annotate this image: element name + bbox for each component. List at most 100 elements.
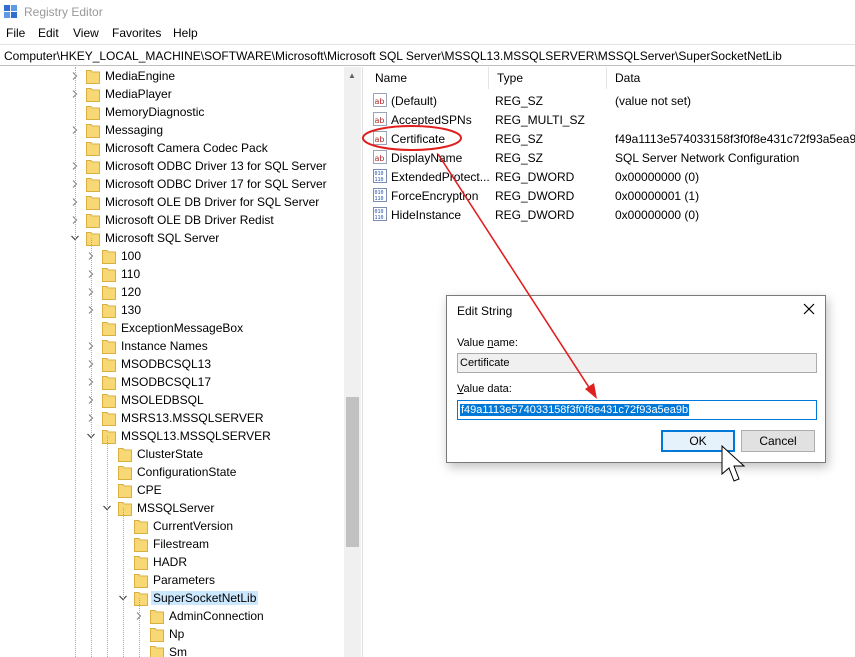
- tree-item-label: ClusterState: [137, 447, 204, 461]
- column-header-name[interactable]: Name: [367, 67, 489, 89]
- tree-item[interactable]: Microsoft OLE DB Driver Redist: [0, 211, 344, 229]
- tree-item[interactable]: MSODBCSQL17: [0, 373, 344, 391]
- tree-item[interactable]: MSRS13.MSSQLSERVER: [0, 409, 344, 427]
- tree-guide-line: [107, 436, 108, 657]
- tree-item[interactable]: MSOLEDBSQL: [0, 391, 344, 409]
- ok-button[interactable]: OK: [661, 430, 735, 452]
- tree-item[interactable]: MediaEngine: [0, 67, 344, 85]
- tree-item[interactable]: Instance Names: [0, 337, 344, 355]
- tree-item[interactable]: MSODBCSQL13: [0, 355, 344, 373]
- value-data-input[interactable]: f49a1113e574033158f3f0f8e431c72f93a5ea9b: [457, 400, 817, 420]
- tree-item-label: MemoryDiagnostic: [105, 105, 205, 119]
- tree-item[interactable]: ConfigurationState: [0, 463, 344, 481]
- value-row[interactable]: ab Certificate REG_SZ f49a1113e574033158f3f…: [367, 129, 855, 148]
- svg-text:110: 110: [375, 215, 384, 221]
- tree-item[interactable]: Sm: [0, 643, 344, 657]
- address-bar[interactable]: Computer\HKEY_LOCAL_MACHINE\SOFTWARE\Mic…: [0, 44, 855, 66]
- close-icon[interactable]: [801, 301, 817, 317]
- dialog-title: Edit String: [457, 304, 513, 318]
- value-name: ExtendedProtect...: [391, 170, 489, 184]
- tree-item[interactable]: Microsoft ODBC Driver 13 for SQL Server: [0, 157, 344, 175]
- menu-view[interactable]: View: [73, 26, 99, 40]
- tree-guide-line: [91, 238, 92, 657]
- tree-item-label: Np: [169, 627, 185, 641]
- string-value-icon: ab: [373, 150, 387, 164]
- folder-icon: [118, 448, 132, 462]
- folder-icon: [102, 340, 116, 354]
- value-type: REG_SZ: [495, 132, 544, 146]
- folder-icon: [134, 574, 148, 588]
- folder-icon: [86, 124, 100, 138]
- scrollbar-thumb[interactable]: [346, 397, 359, 547]
- tree-item-label: SuperSocketNetLib: [151, 591, 259, 605]
- value-type: REG_DWORD: [495, 208, 575, 222]
- tree-item[interactable]: Microsoft ODBC Driver 17 for SQL Server: [0, 175, 344, 193]
- string-value-icon: ab: [373, 112, 387, 126]
- tree-item-label: MediaEngine: [105, 69, 176, 83]
- tree-item[interactable]: MSSQLServer: [0, 499, 344, 517]
- tree-item[interactable]: CPE: [0, 481, 344, 499]
- tree-item[interactable]: Microsoft OLE DB Driver for SQL Server: [0, 193, 344, 211]
- tree-item[interactable]: MemoryDiagnostic: [0, 103, 344, 121]
- folder-icon: [86, 214, 100, 228]
- tree-item[interactable]: CurrentVersion: [0, 517, 344, 535]
- folder-icon: [86, 70, 100, 84]
- value-type: REG_SZ: [495, 94, 544, 108]
- edit-string-dialog: Edit String Value name: Certificate Valu…: [446, 295, 826, 463]
- menu-edit[interactable]: Edit: [38, 26, 59, 40]
- tree-scrollbar[interactable]: ▲: [344, 67, 361, 657]
- tree-item-label: 130: [121, 303, 142, 317]
- tree-item[interactable]: ClusterState: [0, 445, 344, 463]
- title-bar: Registry Editor: [0, 0, 855, 24]
- tree-item[interactable]: 100: [0, 247, 344, 265]
- column-header-data[interactable]: Data: [607, 67, 855, 89]
- tree-item[interactable]: AdminConnection: [0, 607, 344, 625]
- tree-item-label: AdminConnection: [169, 609, 264, 623]
- tree-item[interactable]: Microsoft Camera Codec Pack: [0, 139, 344, 157]
- value-data: f49a1113e574033158f3f0f8e431c72f93a5ea9b: [615, 132, 855, 146]
- tree-item[interactable]: Messaging: [0, 121, 344, 139]
- folder-icon: [150, 610, 164, 624]
- tree-item-label: Microsoft ODBC Driver 17 for SQL Server: [105, 177, 327, 191]
- folder-icon: [134, 538, 148, 552]
- value-data: SQL Server Network Configuration: [615, 151, 800, 165]
- tree-item-label: MSSQLServer: [137, 501, 215, 515]
- value-row[interactable]: ab DisplayName REG_SZ SQL Server Network Co…: [367, 148, 855, 167]
- tree-item[interactable]: Filestream: [0, 535, 344, 553]
- svg-text:ab: ab: [375, 154, 385, 163]
- tree-item[interactable]: ExceptionMessageBox: [0, 319, 344, 337]
- menu-favorites[interactable]: Favorites: [112, 26, 161, 40]
- value-row[interactable]: ab AcceptedSPNs REG_MULTI_SZ: [367, 110, 855, 129]
- tree-item[interactable]: Parameters: [0, 571, 344, 589]
- cancel-button[interactable]: Cancel: [741, 430, 815, 452]
- value-row[interactable]: 010 110 ExtendedProtect... REG_DWORD 0x00000…: [367, 167, 855, 186]
- folder-icon: [102, 286, 116, 300]
- tree-item[interactable]: 130: [0, 301, 344, 319]
- value-row[interactable]: 010 110 ForceEncryption REG_DWORD 0x00000001…: [367, 186, 855, 205]
- window-title: Registry Editor: [24, 5, 103, 19]
- tree-item[interactable]: Microsoft SQL Server: [0, 229, 344, 247]
- menu-file[interactable]: File: [6, 26, 25, 40]
- dword-value-icon: 010110: [373, 188, 387, 202]
- menu-help[interactable]: Help: [173, 26, 198, 40]
- value-row[interactable]: ab (Default) REG_SZ (value not set): [367, 91, 855, 110]
- tree-item[interactable]: 120: [0, 283, 344, 301]
- tree-item[interactable]: MSSQL13.MSSQLSERVER: [0, 427, 344, 445]
- tree-item[interactable]: MediaPlayer: [0, 85, 344, 103]
- tree-item[interactable]: SuperSocketNetLib: [0, 589, 344, 607]
- tree-item-label: MSSQL13.MSSQLSERVER: [121, 429, 271, 443]
- svg-text:110: 110: [375, 177, 384, 183]
- tree-item-label: CPE: [137, 483, 162, 497]
- value-name-label: Value name:: [457, 337, 518, 349]
- scroll-up-icon[interactable]: ▲: [348, 71, 356, 80]
- tree-item[interactable]: Np: [0, 625, 344, 643]
- column-header-type[interactable]: Type: [489, 67, 607, 89]
- address-path[interactable]: Computer\HKEY_LOCAL_MACHINE\SOFTWARE\Mic…: [4, 49, 782, 63]
- tree-item[interactable]: HADR: [0, 553, 344, 571]
- tree-guide-line: [123, 508, 124, 657]
- tree-item[interactable]: 110: [0, 265, 344, 283]
- menu-bar: File Edit View Favorites Help: [0, 24, 855, 44]
- value-row[interactable]: 010 110 HideInstance REG_DWORD 0x00000000 (0…: [367, 205, 855, 224]
- value-data-label: Value data:: [457, 383, 512, 395]
- registry-key-tree[interactable]: MediaEngine MediaPlayer MemoryDiagnostic Me…: [0, 67, 362, 657]
